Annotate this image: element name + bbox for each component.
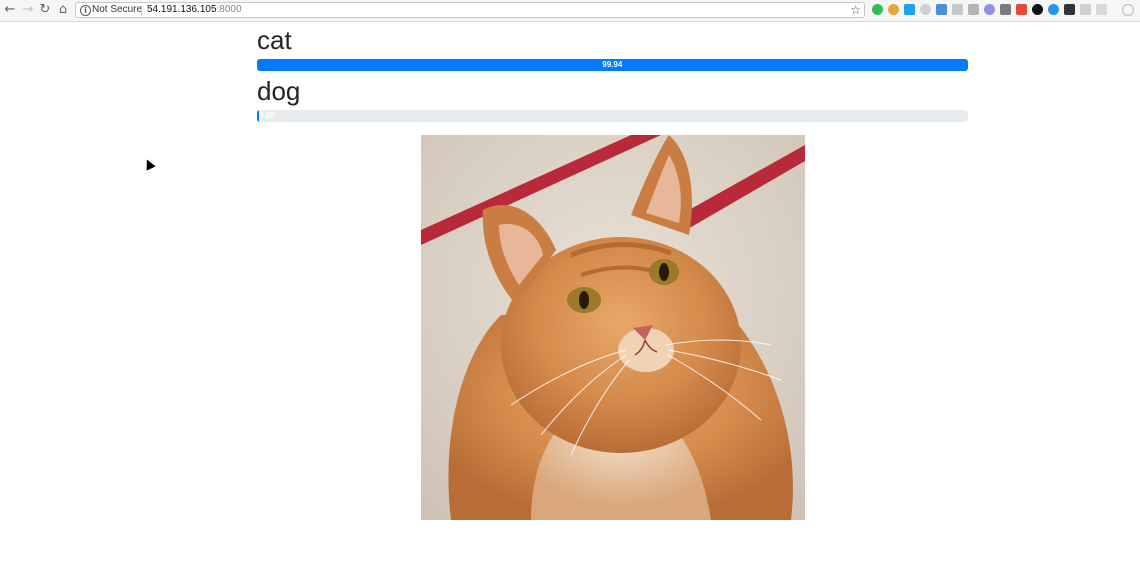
- back-arrow-icon[interactable]: ←: [3, 3, 17, 17]
- prediction-row: dog 0.06: [257, 75, 968, 122]
- security-label[interactable]: Not Secure: [92, 4, 142, 15]
- omnibox-divider: [141, 5, 142, 16]
- forward-arrow-icon[interactable]: →: [21, 3, 35, 17]
- cat-photo: [421, 135, 805, 520]
- extension-icon[interactable]: [968, 4, 979, 15]
- mouse-cursor-icon: [142, 157, 156, 171]
- extension-icon[interactable]: [936, 4, 947, 15]
- extension-icon[interactable]: [1048, 4, 1059, 15]
- url-host: 54.191.136.105: [147, 4, 217, 15]
- bookmark-star-icon[interactable]: ☆: [850, 3, 861, 17]
- uploaded-image: [421, 135, 805, 520]
- buffer-extension-icon[interactable]: [1064, 4, 1075, 15]
- predictions-panel: cat 99.94 dog 0.06: [257, 22, 968, 122]
- address-bar[interactable]: i Not Secure 54.191.136.105:8000 ☆: [75, 2, 865, 18]
- extension-icon[interactable]: [1032, 4, 1043, 15]
- extension-icons: [872, 4, 1107, 17]
- extension-icon[interactable]: [904, 4, 915, 15]
- prediction-label: cat: [257, 25, 292, 55]
- extension-icon[interactable]: [952, 4, 963, 15]
- browser-menu-icon[interactable]: [1122, 4, 1134, 16]
- info-icon[interactable]: i: [80, 5, 91, 16]
- url-text[interactable]: 54.191.136.105:8000: [147, 4, 242, 15]
- reload-icon[interactable]: ↻: [38, 3, 52, 17]
- extension-icon[interactable]: [1000, 4, 1011, 15]
- progress-track: 0.06: [257, 110, 968, 122]
- extension-icon[interactable]: [1080, 4, 1091, 15]
- url-port: :8000: [216, 4, 242, 15]
- home-icon[interactable]: ⌂: [56, 3, 70, 17]
- extension-icon[interactable]: [1096, 4, 1107, 15]
- extension-icon[interactable]: [888, 4, 899, 15]
- extension-icon[interactable]: [920, 4, 931, 15]
- extension-icon[interactable]: [984, 4, 995, 15]
- progress-bar: 0.06: [257, 110, 275, 122]
- browser-toolbar: ← → ↻ ⌂ i Not Secure 54.191.136.105:8000…: [0, 0, 1140, 22]
- prediction-row: cat 99.94: [257, 24, 968, 71]
- extension-icon[interactable]: [1016, 4, 1027, 15]
- evernote-extension-icon[interactable]: [872, 4, 883, 15]
- progress-track: 99.94: [257, 59, 968, 71]
- progress-bar: 99.94: [257, 59, 968, 71]
- prediction-label: dog: [257, 76, 301, 106]
